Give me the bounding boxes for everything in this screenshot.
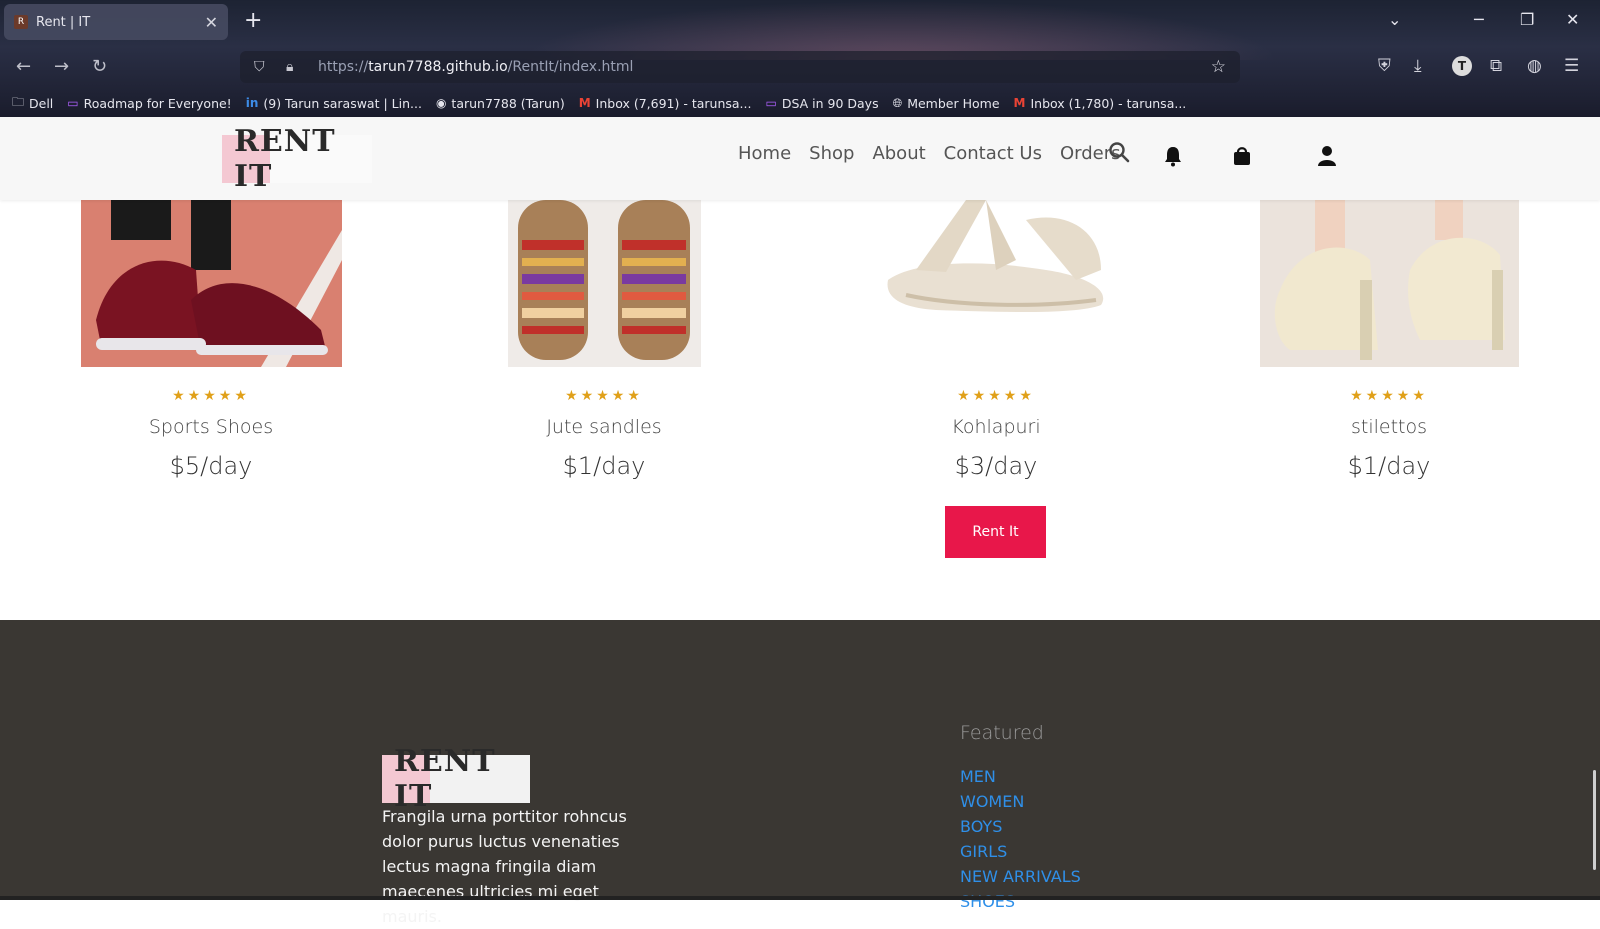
rating-stars: ★★★★★ [565, 388, 643, 404]
roadmap-icon: ▭ [67, 96, 79, 110]
featured-links: MEN WOMEN BOYS GIRLS NEW ARRIVALS SHOES [960, 766, 1081, 912]
url-prefix: https:// [318, 59, 369, 75]
lock-icon[interactable]: 🔒︎ [286, 59, 304, 75]
product-price: $1/day [1347, 452, 1431, 480]
linkedin-icon: in [245, 96, 259, 110]
product-card[interactable]: ★★★★★ Kohlapuri $3/day [846, 200, 1146, 480]
bookmarks-bar: 🗀 Dell ▭ Roadmap for Everyone! in (9) Tarun… [0, 90, 1600, 116]
globe-extension-icon[interactable]: ◍ [1527, 56, 1542, 76]
rating-stars: ★★★★★ [1350, 388, 1428, 404]
product-image-kohlapuri[interactable] [876, 200, 1116, 367]
bookmark-item[interactable]: 🗀 Dell [12, 93, 53, 114]
restore-icon[interactable]: ❐ [1520, 10, 1534, 29]
pocket-icon[interactable]: ⛨ [1378, 56, 1391, 76]
product-price: $3/day [954, 452, 1038, 480]
bookmark-item[interactable]: 🌐︎ Member Home [893, 96, 1000, 111]
rating-stars: ★★★★★ [957, 388, 1035, 404]
tab-favicon: R [14, 15, 28, 29]
tab-title: Rent | IT [36, 14, 91, 30]
page-scrollbar[interactable] [1593, 770, 1596, 870]
header-logo[interactable]: RENT IT [222, 124, 372, 194]
reload-icon[interactable]: ↻ [92, 56, 107, 77]
rent-it-button[interactable]: Rent It [945, 506, 1046, 558]
url-host: tarun7788.github.io [368, 59, 508, 75]
url-path: /RentIt/index.html [507, 59, 634, 75]
footer-link-new-arrivals[interactable]: NEW ARRIVALS [960, 866, 1081, 887]
url-bar[interactable]: ⛉ 🔒︎ https:// tarun7788.github.io /RentI… [240, 51, 1240, 83]
back-icon[interactable]: ← [16, 56, 31, 77]
tab-strip: R Rent | IT ✕ + ⌄ ─ ❐ ✕ [0, 0, 1600, 46]
bell-icon[interactable] [1163, 145, 1183, 172]
product-price: $1/day [562, 452, 646, 480]
site-footer: RENT IT Frangila urna porttitor rohncus … [0, 620, 1600, 926]
close-tab-icon[interactable]: ✕ [205, 13, 218, 32]
new-tab-icon[interactable]: + [244, 8, 262, 33]
product-name[interactable]: Sports Shoes [61, 416, 361, 438]
minimize-icon[interactable]: ─ [1474, 10, 1484, 29]
bookmark-item[interactable]: M Inbox (1,780) - tarunsa... [1014, 96, 1187, 111]
folder-icon: 🗀 [12, 94, 25, 109]
rating-stars: ★★★★★ [172, 388, 250, 404]
footer-link-men[interactable]: MEN [960, 766, 1081, 787]
download-icon[interactable]: ⤓ [1414, 56, 1422, 76]
product-card[interactable]: ★★★★★ Sports Shoes $5/day [61, 200, 361, 480]
nav-home[interactable]: Home [738, 143, 791, 164]
extensions-icon[interactable]: ⧉ [1490, 56, 1502, 76]
github-icon: ◉ [435, 96, 447, 110]
product-image-stilettos[interactable] [1259, 200, 1519, 367]
browser-tab[interactable]: R Rent | IT ✕ [4, 4, 228, 40]
footer-link-girls[interactable]: GIRLS [960, 841, 1081, 862]
featured-heading: Featured [960, 722, 1044, 744]
products-section: ★★★★★ Sports Shoes $5/day ★★★★★ Jute san… [0, 200, 1600, 620]
shopping-bag-icon[interactable] [1232, 145, 1252, 172]
product-name[interactable]: stilettos [1239, 416, 1539, 438]
product-name[interactable]: Kohlapuri [846, 416, 1146, 438]
menu-icon[interactable]: ☰ [1564, 56, 1579, 76]
product-image-jute-sandles[interactable] [507, 200, 701, 367]
bookmark-item[interactable]: M Inbox (7,691) - tarunsa... [579, 96, 752, 111]
gmail-icon: M [1013, 96, 1026, 110]
browser-chrome: R Rent | IT ✕ + ⌄ ─ ❐ ✕ ← → ↻ ⛉ 🔒︎ https… [0, 0, 1600, 117]
main-nav: Home Shop About Contact Us Orders [738, 143, 1121, 164]
gmail-icon: M [578, 96, 591, 110]
product-card[interactable]: ★★★★★ stilettos $1/day [1239, 200, 1539, 480]
product-image-sports-shoes[interactable] [80, 200, 342, 367]
bookmark-item[interactable]: ◉ tarun7788 (Tarun) [436, 96, 565, 111]
product-name[interactable]: Jute sandles [454, 416, 754, 438]
footer-logo[interactable]: RENT IT [382, 744, 530, 814]
profile-avatar[interactable]: T [1452, 56, 1472, 76]
bookmark-star-icon[interactable]: ☆ [1211, 57, 1226, 77]
browser-toolbar: ← → ↻ ⛉ 🔒︎ https:// tarun7788.github.io … [0, 46, 1600, 88]
user-icon[interactable] [1317, 145, 1337, 172]
shield-icon[interactable]: ⛉ [254, 59, 272, 75]
footer-link-shoes[interactable]: SHOES [960, 891, 1081, 912]
globe-icon: 🌐︎ [892, 95, 903, 110]
forward-icon[interactable]: → [54, 56, 69, 77]
search-icon[interactable] [1108, 141, 1130, 168]
bookmark-item[interactable]: in (9) Tarun saraswat | Lin... [246, 96, 422, 111]
close-window-icon[interactable]: ✕ [1566, 10, 1579, 29]
bookmark-item[interactable]: ▭ Roadmap for Everyone! [67, 96, 231, 111]
nav-shop[interactable]: Shop [809, 143, 854, 164]
list-tabs-icon[interactable]: ⌄ [1388, 10, 1401, 29]
nav-about[interactable]: About [872, 143, 925, 164]
footer-link-boys[interactable]: BOYS [960, 816, 1081, 837]
nav-contact-us[interactable]: Contact Us [944, 143, 1042, 164]
product-price: $5/day [169, 452, 253, 480]
footer-link-women[interactable]: WOMEN [960, 791, 1081, 812]
dsa-icon: ▭ [765, 96, 777, 110]
product-card[interactable]: ★★★★★ Jute sandles $1/day [454, 200, 754, 480]
footer-description: Frangila urna porttitor rohncus dolor pu… [382, 807, 627, 926]
bookmark-item[interactable]: ▭ DSA in 90 Days [765, 96, 878, 111]
window-bottom-edge [0, 896, 1600, 900]
site-header: RENT IT Home Shop About Contact Us Order… [0, 117, 1600, 200]
